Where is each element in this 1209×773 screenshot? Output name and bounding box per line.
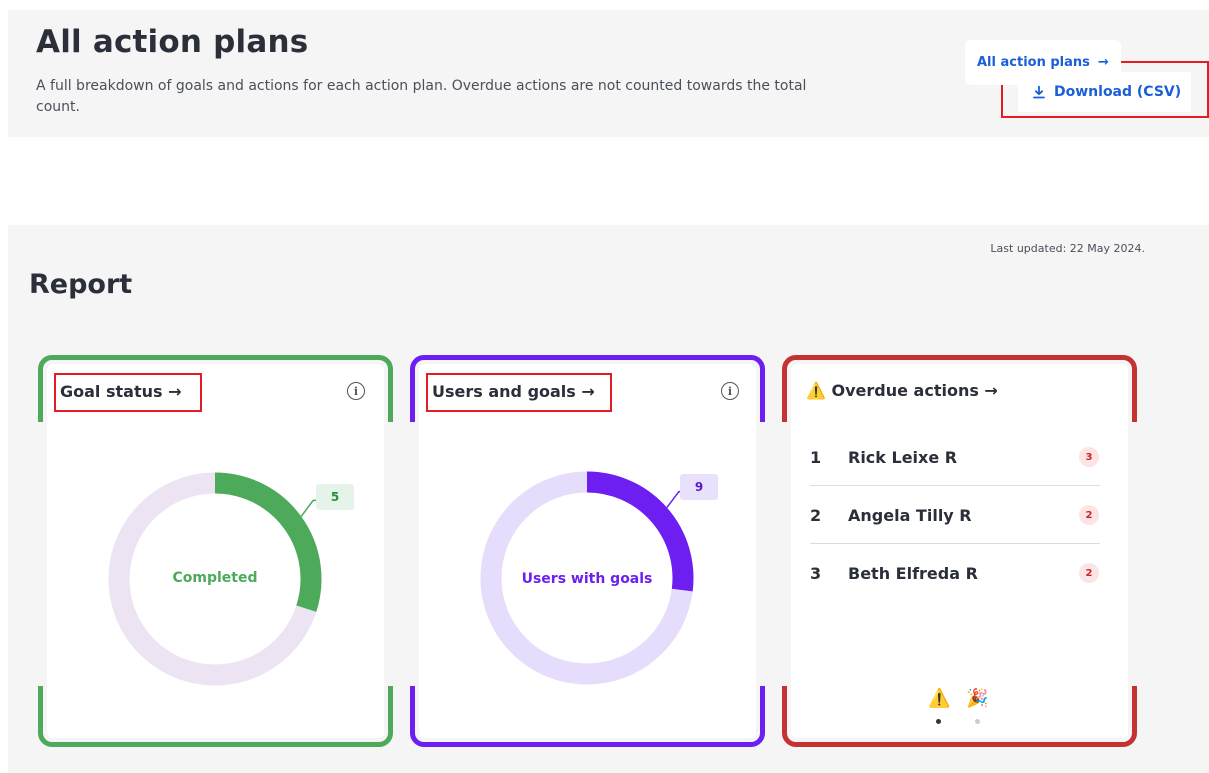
page-description: A full breakdown of goals and actions fo… xyxy=(36,78,807,115)
users-goals-highlight xyxy=(426,373,612,412)
arrow-right-icon: → xyxy=(1097,55,1109,70)
overdue-count-badge: 2 xyxy=(1079,505,1099,525)
warning-icon: ⚠️ xyxy=(806,381,826,400)
last-updated-text: Last updated: 22 May 2024. xyxy=(990,242,1145,255)
info-icon[interactable]: i xyxy=(347,382,365,400)
user-name: Rick Leixe R xyxy=(848,447,958,467)
overdue-count-badge: 2 xyxy=(1079,563,1099,583)
info-icon[interactable]: i xyxy=(721,382,739,400)
all-action-plans-button[interactable]: All action plans → xyxy=(965,40,1121,85)
overdue-actions-label: Overdue actions → xyxy=(831,381,998,400)
user-name: Beth Elfreda R xyxy=(848,563,978,583)
carousel-dot[interactable] xyxy=(975,719,980,724)
users-goals-value-badge: 9 xyxy=(680,474,718,500)
warning-icon[interactable]: ⚠️ xyxy=(928,688,950,709)
overdue-actions-link[interactable]: ⚠️ Overdue actions → xyxy=(806,381,998,400)
rank-number: 2 xyxy=(810,505,822,525)
list-item[interactable]: 2 Angela Tilly R 2 xyxy=(810,486,1100,544)
rank-number: 1 xyxy=(810,447,822,467)
goal-status-center-label: Completed xyxy=(172,570,258,586)
carousel-dot-active[interactable] xyxy=(936,719,941,724)
users-goals-center-label: Users with goals xyxy=(521,571,653,587)
list-item[interactable]: 3 Beth Elfreda R 2 xyxy=(810,544,1100,602)
page-title: All action plans xyxy=(36,24,309,60)
goal-status-segment[interactable] xyxy=(214,472,322,612)
goal-status-value-badge: 5 xyxy=(316,484,354,510)
goal-status-highlight xyxy=(54,373,202,412)
all-action-plans-label: All action plans xyxy=(977,55,1090,70)
user-name: Angela Tilly R xyxy=(848,505,972,525)
list-item[interactable]: 1 Rick Leixe R 3 xyxy=(810,428,1100,486)
rank-number: 3 xyxy=(810,563,822,583)
party-popper-icon[interactable]: 🎉 xyxy=(966,688,988,709)
report-title: Report xyxy=(29,269,133,300)
overdue-count-badge: 3 xyxy=(1079,447,1099,467)
